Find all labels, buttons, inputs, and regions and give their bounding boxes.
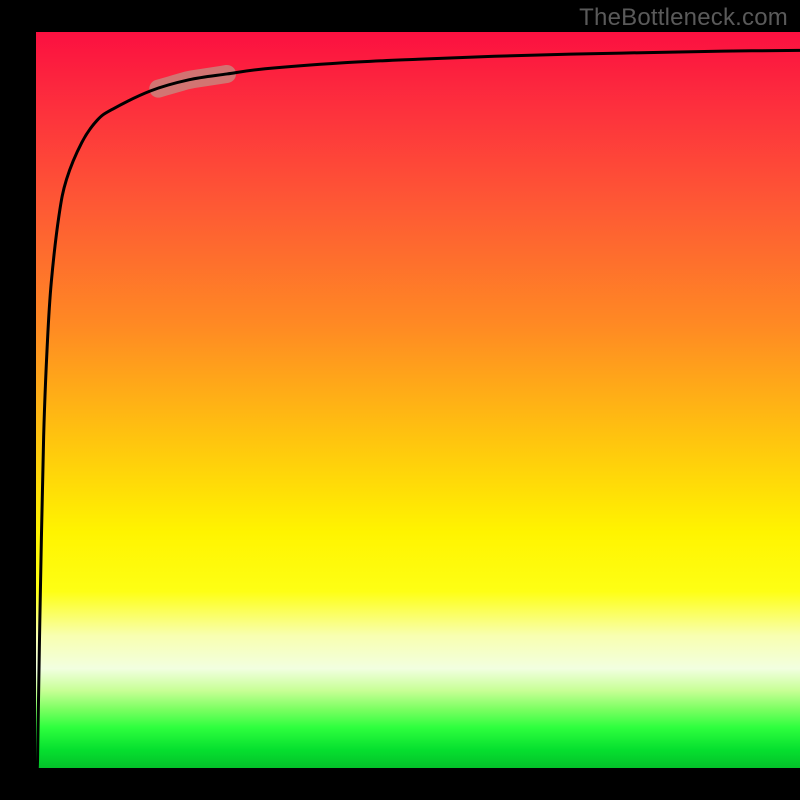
chart-plot-area xyxy=(36,32,800,768)
series-line xyxy=(36,50,800,768)
watermark-text: TheBottleneck.com xyxy=(579,4,788,32)
chart-svg xyxy=(36,32,800,768)
